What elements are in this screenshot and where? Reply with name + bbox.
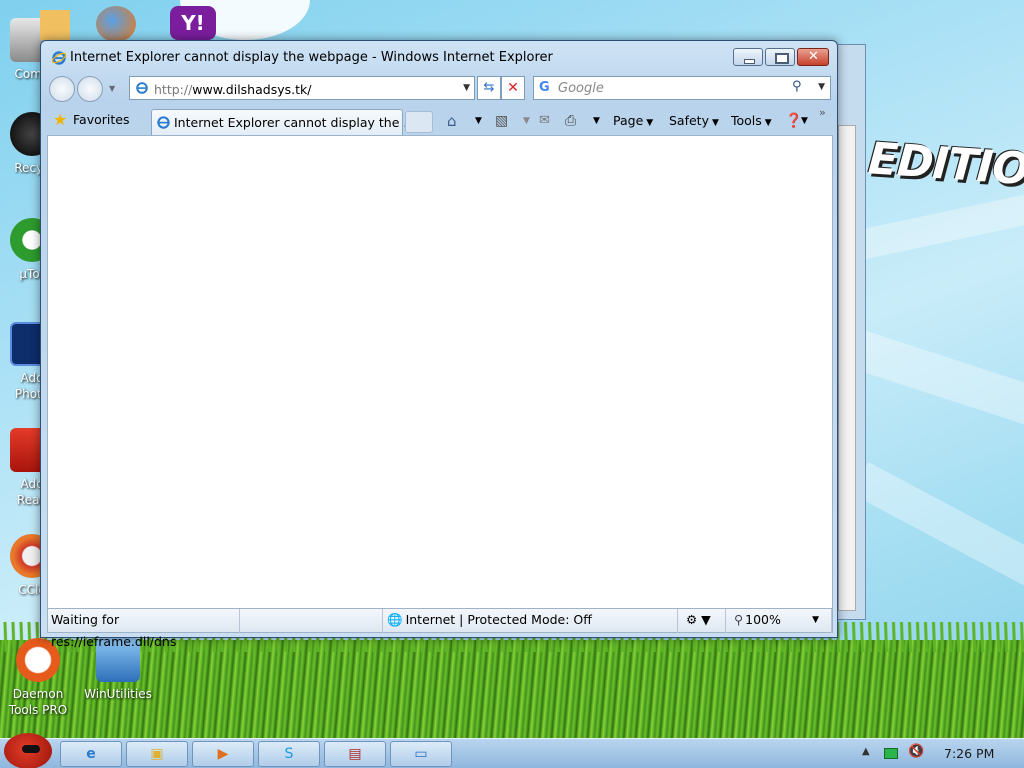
star-icon: ★: [53, 110, 68, 129]
page-icon: [136, 82, 148, 94]
yahoo-messenger-icon[interactable]: Y!: [170, 6, 216, 40]
network-icon[interactable]: [884, 748, 898, 759]
popup-blocker-icon[interactable]: ⚙ ▼: [680, 609, 726, 633]
mail-icon[interactable]: ✉: [539, 111, 550, 131]
favorites-label: Favorites: [73, 112, 130, 127]
more-commands-icon[interactable]: »: [819, 103, 826, 123]
zoom-level: 100%: [745, 612, 781, 627]
google-icon: G: [539, 80, 550, 95]
background-window: [838, 44, 866, 620]
forward-button[interactable]: [77, 76, 103, 102]
chevron-down-icon: ▼: [646, 118, 654, 128]
help-dropdown-icon[interactable]: ▼: [801, 111, 808, 131]
favorites-button[interactable]: ★ Favorites: [49, 109, 135, 131]
safety-menu[interactable]: Safety ▼: [669, 111, 719, 131]
taskbar: e ▣ ▶ S ▤ ▭ ▲ 🔇 7:26 PM: [0, 733, 1024, 768]
tools-menu[interactable]: Tools ▼: [731, 111, 772, 131]
wallpaper-ray: [853, 330, 1024, 431]
home-icon[interactable]: ⌂: [447, 111, 457, 131]
help-icon[interactable]: ❓: [785, 111, 802, 131]
home-dropdown-icon[interactable]: ▼: [475, 111, 482, 131]
ie-tab-icon: [157, 116, 170, 129]
refresh-button[interactable]: ⇆: [477, 76, 501, 100]
command-bar: ★ Favorites Internet Explorer cannot dis…: [45, 106, 831, 135]
background-window-content: [838, 125, 856, 611]
tab-title: Internet Explorer cannot display the ...: [174, 115, 416, 130]
stop-button[interactable]: ✕: [501, 76, 525, 100]
address-url[interactable]: http://www.dilshadsys.tk/: [154, 82, 311, 97]
tab-current[interactable]: Internet Explorer cannot display the ...: [151, 109, 415, 135]
clock[interactable]: 7:26 PM: [944, 746, 994, 761]
page-menu-label: Page: [613, 113, 644, 128]
firefox-icon[interactable]: [96, 6, 136, 42]
volume-muted-icon[interactable]: 🔇: [908, 744, 924, 759]
address-dropdown-icon[interactable]: ▼: [463, 83, 470, 93]
search-icon[interactable]: ⚲: [792, 79, 802, 94]
minimize-button[interactable]: [733, 48, 763, 66]
url-host: www.dilshadsys.tk/: [192, 82, 312, 97]
search-box[interactable]: G ⚲ ▼: [533, 76, 831, 100]
page-content[interactable]: [47, 135, 833, 609]
zoom-dropdown-icon: ▼: [812, 615, 819, 625]
taskbar-skype-button[interactable]: S: [258, 741, 320, 767]
safety-menu-label: Safety: [669, 113, 709, 128]
address-bar[interactable]: http://www.dilshadsys.tk/ ▼: [129, 76, 475, 100]
show-hidden-icons-icon[interactable]: ▲: [862, 746, 870, 757]
ie-icon: [51, 51, 67, 65]
globe-icon: 🌐: [387, 612, 403, 627]
start-button[interactable]: [4, 733, 52, 768]
zoom-control[interactable]: ⚲ 100% ▼: [728, 609, 832, 633]
page-menu[interactable]: Page ▼: [613, 111, 653, 131]
print-icon[interactable]: ⎙: [565, 111, 576, 131]
title-bar[interactable]: Internet Explorer cannot display the web…: [41, 41, 837, 73]
desktop-icon-label: WinUtilities: [84, 687, 152, 701]
feeds-dropdown-icon[interactable]: ▼: [523, 111, 530, 131]
print-dropdown-icon[interactable]: ▼: [593, 111, 600, 131]
taskbar-toolbox-button[interactable]: ▤: [324, 741, 386, 767]
zoom-icon: ⚲: [734, 612, 744, 627]
taskbar-media-player-button[interactable]: ▶: [192, 741, 254, 767]
maximize-button[interactable]: [765, 48, 795, 66]
url-protocol: http://: [154, 82, 193, 97]
status-bar: Waiting for res://ieframe.dll/dns 🌐 Inter…: [47, 609, 833, 649]
recent-pages-dropdown[interactable]: ▼: [109, 84, 115, 93]
wallpaper-ray: [851, 462, 1024, 588]
tools-menu-label: Tools: [731, 113, 762, 128]
ie-window: Internet Explorer cannot display the web…: [40, 40, 838, 649]
taskbar-explorer-button[interactable]: ▣: [126, 741, 188, 767]
taskbar-ie-button[interactable]: e: [60, 741, 122, 767]
feeds-icon[interactable]: ▧: [495, 111, 508, 131]
chevron-down-icon: ▼: [764, 118, 772, 128]
taskbar-screen-button[interactable]: ▭: [390, 741, 452, 767]
security-zone[interactable]: 🌐 Internet | Protected Mode: Off: [382, 609, 678, 633]
system-tray: ▲ 🔇 7:26 PM: [856, 739, 1024, 768]
back-button[interactable]: [49, 76, 75, 102]
window-title: Internet Explorer cannot display the web…: [70, 50, 553, 65]
close-button[interactable]: [797, 48, 829, 66]
wallpaper-ray: [856, 188, 1024, 260]
search-input[interactable]: [558, 80, 788, 96]
status-text: Waiting for res://ieframe.dll/dns: [48, 609, 240, 649]
folder-icon[interactable]: [40, 10, 70, 40]
zone-text: Internet | Protected Mode: Off: [405, 612, 592, 627]
chevron-down-icon: ▼: [711, 118, 719, 128]
desktop-icon-label: Daemon Tools PRO: [8, 687, 68, 717]
new-tab-button[interactable]: [405, 111, 433, 133]
wallpaper-edition-text: EDITION: [866, 133, 1024, 198]
search-options-dropdown[interactable]: ▼: [818, 82, 825, 92]
